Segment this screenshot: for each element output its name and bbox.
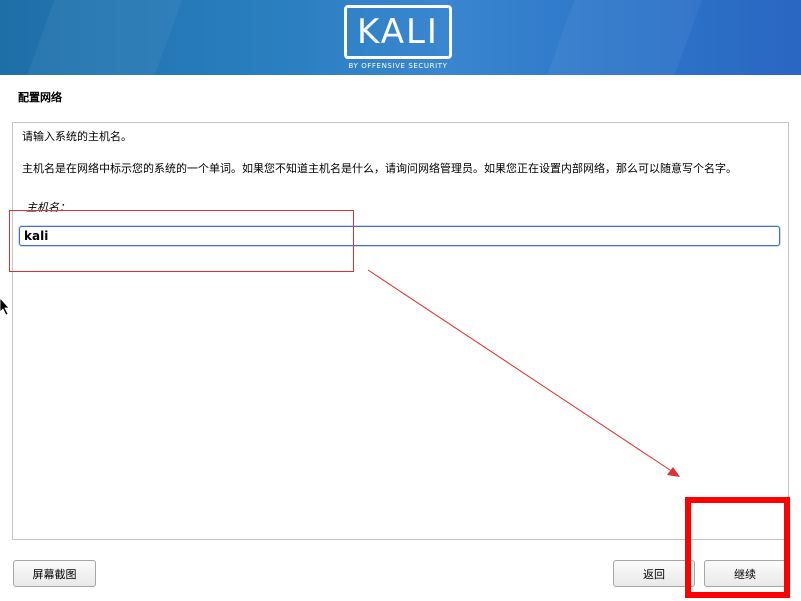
- content-panel: [12, 122, 789, 540]
- hostname-input[interactable]: [19, 226, 780, 246]
- banner-decoration: [532, 0, 708, 75]
- page-title: 配置网络: [18, 91, 62, 104]
- banner-decoration: [12, 0, 188, 75]
- kali-banner: KALI BY OFFENSIVE SECURITY: [0, 0, 801, 75]
- hostname-label: 主机名：: [26, 201, 70, 214]
- continue-button[interactable]: 继续: [704, 560, 786, 587]
- screenshot-button[interactable]: 屏幕截图: [13, 560, 96, 587]
- kali-logo-subtitle: BY OFFENSIVE SECURITY: [348, 62, 448, 70]
- hostname-prompt: 请输入系统的主机名。: [22, 130, 132, 143]
- installer-window: KALI BY OFFENSIVE SECURITY 配置网络 请输入系统的主机…: [0, 0, 801, 601]
- kali-logo-text: KALI: [357, 12, 439, 52]
- hostname-description: 主机名是在网络中标示您的系统的一个单词。如果您不知道主机名是什么，请询问网络管理…: [22, 162, 737, 175]
- kali-logo: KALI: [344, 5, 452, 59]
- mouse-cursor-icon: [0, 298, 10, 316]
- back-button[interactable]: 返回: [613, 560, 695, 587]
